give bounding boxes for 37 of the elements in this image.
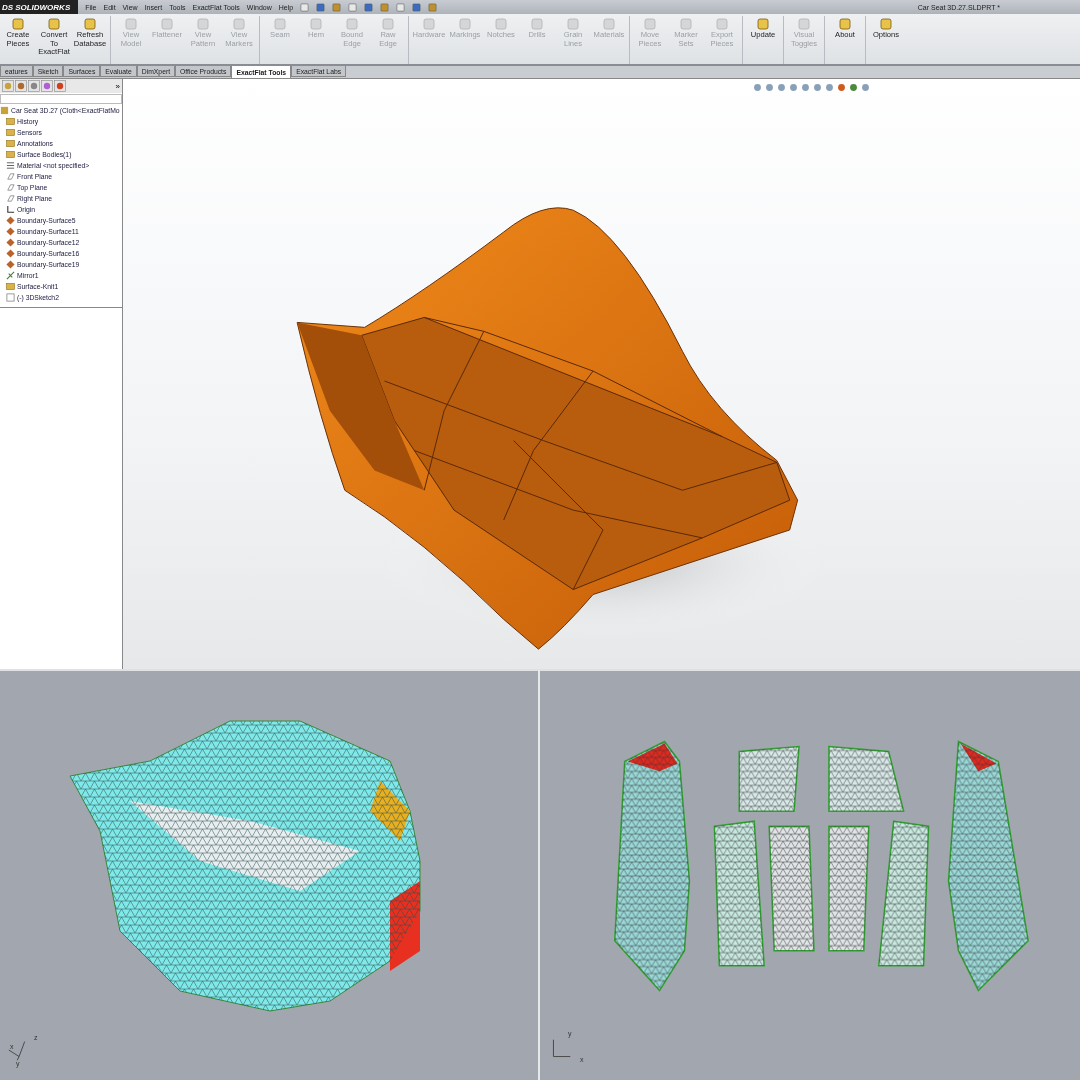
tool-icon bbox=[346, 18, 358, 30]
panel-tab-icon[interactable] bbox=[2, 80, 14, 92]
material-icon bbox=[6, 161, 15, 170]
panel-tab-icon[interactable] bbox=[41, 80, 53, 92]
tool-icon bbox=[197, 18, 209, 30]
folder-icon bbox=[6, 150, 15, 159]
tool-icon bbox=[459, 18, 471, 30]
mirror-icon bbox=[6, 271, 15, 280]
tool-icon bbox=[880, 18, 892, 30]
tool-icon bbox=[644, 18, 656, 30]
tool-icon bbox=[495, 18, 507, 30]
tool-icon bbox=[680, 18, 692, 30]
tool-icon bbox=[382, 18, 394, 30]
filter-field[interactable] bbox=[0, 94, 122, 104]
tool-icon bbox=[233, 18, 245, 30]
tool-icon bbox=[84, 18, 96, 30]
tool-icon bbox=[274, 18, 286, 30]
part-icon bbox=[0, 106, 9, 115]
tool-icon bbox=[567, 18, 579, 30]
tool-icon bbox=[423, 18, 435, 30]
panel-tab-icon[interactable] bbox=[54, 80, 66, 92]
tool-icon bbox=[798, 18, 810, 30]
origin-icon bbox=[6, 205, 15, 214]
tool-icon bbox=[12, 18, 24, 30]
panel-tab-icon[interactable] bbox=[28, 80, 40, 92]
tool-icon bbox=[757, 18, 769, 30]
tool-icon bbox=[531, 18, 543, 30]
tool-icon bbox=[603, 18, 615, 30]
panel-tab-icon[interactable] bbox=[15, 80, 27, 92]
tool-icon bbox=[310, 18, 322, 30]
expand-button[interactable]: » bbox=[115, 81, 120, 91]
tool-icon bbox=[716, 18, 728, 30]
tool-icon bbox=[48, 18, 60, 30]
app-logo: DS SOLIDWORKS bbox=[0, 0, 79, 14]
tool-icon bbox=[125, 18, 137, 30]
tool-icon bbox=[839, 18, 851, 30]
tool-icon bbox=[161, 18, 173, 30]
